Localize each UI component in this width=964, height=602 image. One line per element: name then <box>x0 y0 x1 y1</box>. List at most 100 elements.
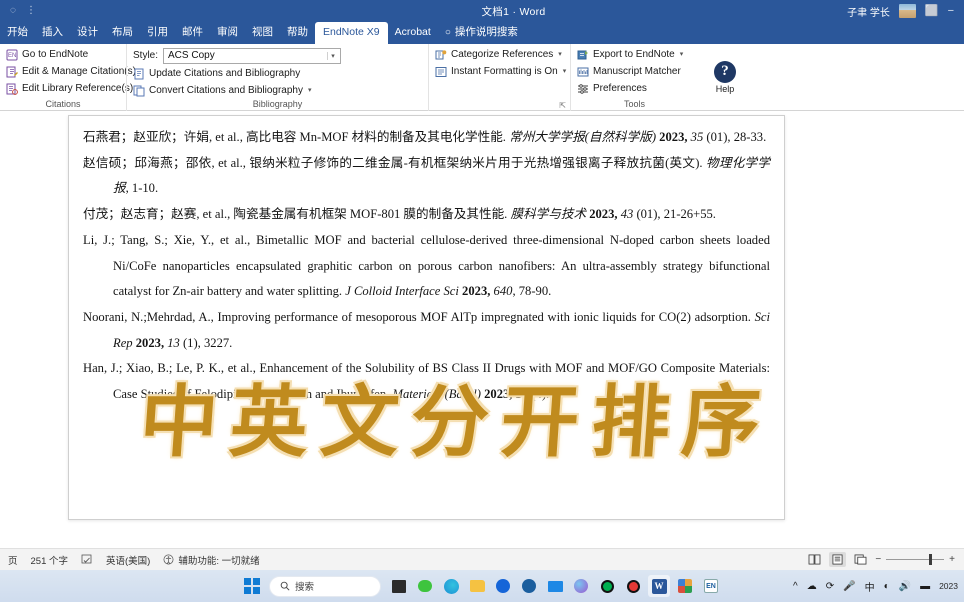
ribbon-display-options-icon[interactable]: ⬜ <box>925 5 939 17</box>
edge-icon[interactable] <box>440 575 462 597</box>
mail-icon[interactable] <box>544 575 566 597</box>
page-indicator[interactable]: 页 <box>8 553 18 567</box>
chevron-down-icon[interactable]: ▾ <box>327 51 338 60</box>
instant-formatting-button[interactable]: Instant Formatting is On ▾ <box>435 64 567 79</box>
ribbon-tab-bar: 开始 插入 设计 布局 引用 邮件 审阅 视图 帮助 EndNote X9 Acrobat ○ 操作说明… <box>0 22 964 44</box>
microsoft-store-icon[interactable] <box>518 575 540 597</box>
customize-qat-icon[interactable]: ⋮ <box>26 6 36 16</box>
style-select[interactable]: ACS Copy ▾ <box>163 47 342 64</box>
zoom-slider[interactable]: − + <box>875 554 955 565</box>
update-citations-button[interactable]: Update Citations and Bibliography <box>133 66 422 81</box>
ribbon-item-label: Go to EndNote <box>22 49 89 60</box>
edit-library-references-button[interactable]: Edit Library Reference(s) <box>6 81 133 96</box>
edge-icon-glyph <box>443 578 459 594</box>
ribbon-tab-7[interactable]: 视图 <box>245 22 280 44</box>
ribbon-group-title-empty <box>435 98 564 111</box>
windows-taskbar: 搜索 W EN ^ ☁ ⟳ 🎤 中 ◐ 🔊 ▬ 2023 <box>0 570 964 602</box>
wechat-icon-glyph <box>418 580 432 592</box>
wifi-icon[interactable]: ◐ <box>884 581 890 592</box>
ime-icon[interactable]: 中 <box>865 579 875 594</box>
endnote-icon[interactable]: EN <box>700 575 722 597</box>
record-green-icon-glyph <box>600 579 614 593</box>
ribbon-tab-4[interactable]: 引用 <box>140 22 175 44</box>
record-green-icon[interactable] <box>596 575 618 597</box>
minimize-icon[interactable]: − <box>948 5 954 17</box>
ribbon-tab-2[interactable]: 设计 <box>70 22 105 44</box>
convert-icon <box>133 85 145 97</box>
start-button[interactable] <box>242 576 262 596</box>
reference-list-page[interactable]: 石燕君；赵亚欣；许娟, et al., 高比电容 Mn-MOF 材料的制备及其电… <box>68 115 785 520</box>
ribbon-tab-1[interactable]: 插入 <box>35 22 70 44</box>
web-layout-icon[interactable] <box>852 552 869 567</box>
folder-icon[interactable] <box>466 575 488 597</box>
convert-citations-button[interactable]: Convert Citations and Bibliography ▾ <box>133 83 422 98</box>
document-workspace[interactable]: 及其电化学性能. 常州大学学报(自 doped然科学版) 2023, 35 (0… <box>0 111 964 548</box>
zoom-thumb[interactable] <box>929 554 933 565</box>
word-icon[interactable]: W <box>648 575 670 597</box>
ribbon-group-title: Citations <box>45 99 81 109</box>
file-explorer-dark-icon[interactable] <box>388 575 410 597</box>
ribbon-group-settings: Categorize References ▾ Instant Formatti… <box>428 44 570 111</box>
taskbar-search[interactable]: 搜索 <box>269 575 381 597</box>
chevron-down-icon[interactable]: ▾ <box>680 47 684 62</box>
preferences-icon <box>577 83 589 95</box>
thunder-download-icon[interactable] <box>492 575 514 597</box>
clock[interactable]: 2023 <box>939 581 958 591</box>
taskbar-apps: W EN <box>388 575 722 597</box>
help-button[interactable]: ? Help <box>708 60 742 94</box>
ribbon-tab-6[interactable]: 审阅 <box>210 22 245 44</box>
ribbon-item-label: Preferences <box>593 83 647 94</box>
accessibility-status[interactable]: 辅助功能: 一切就绪 <box>163 553 260 567</box>
file-explorer-dark-icon-glyph <box>392 579 406 593</box>
chevron-down-icon[interactable]: ▾ <box>563 64 567 79</box>
sync-icon[interactable]: ⟳ <box>826 581 834 592</box>
ribbon-tab-5[interactable]: 邮件 <box>175 22 210 44</box>
tell-me-search[interactable]: ○ 操作说明搜索 <box>438 22 525 44</box>
quick-access-toolbar: ◌ ⋮ <box>0 6 180 16</box>
office-icon[interactable] <box>674 575 696 597</box>
export-to-endnote-button[interactable]: Export to EndNote ▾ <box>577 47 692 62</box>
ribbon-tab-0[interactable]: 开始 <box>0 22 35 44</box>
chevron-down-icon[interactable]: ▾ <box>308 83 312 98</box>
edit-manage-citations-button[interactable]: Edit & Manage Citation(s) <box>6 64 136 79</box>
zoom-track[interactable] <box>886 554 945 565</box>
print-layout-icon[interactable] <box>829 552 847 567</box>
account-name[interactable]: 子聿 学长 <box>847 4 890 19</box>
language-indicator[interactable]: 英语(美国) <box>106 553 150 567</box>
read-mode-icon[interactable] <box>806 552 823 567</box>
volume-icon[interactable]: 🔊 <box>899 581 911 592</box>
word-count[interactable]: 251 个字 <box>31 553 69 567</box>
ribbon-tab-10[interactable]: Acrobat <box>388 22 438 44</box>
record-red-icon[interactable] <box>622 575 644 597</box>
wechat-icon[interactable] <box>414 575 436 597</box>
proofing-icon[interactable] <box>81 554 93 565</box>
dialog-launcher-icon[interactable]: ⇱ <box>559 101 566 110</box>
ribbon-tab-9[interactable]: EndNote X9 <box>315 22 388 44</box>
battery-icon[interactable]: ▬ <box>920 581 930 592</box>
zoom-in-button[interactable]: + <box>949 554 955 565</box>
ribbon-item-label: Instant Formatting is On <box>451 66 558 77</box>
ribbon-item-label: Edit & Manage Citation(s) <box>22 66 136 77</box>
show-hidden-icons[interactable]: ^ <box>793 581 798 592</box>
go-to-endnote-button[interactable]: EN Go to EndNote <box>6 47 120 62</box>
ribbon-tab-8[interactable]: 帮助 <box>280 22 315 44</box>
avatar[interactable] <box>898 4 916 18</box>
categorize-references-button[interactable]: Categorize References ▾ <box>435 47 564 62</box>
microphone-icon[interactable]: 🎤 <box>843 581 855 592</box>
autosave-toggle-icon[interactable]: ◌ <box>10 6 16 16</box>
title-bar: ◌ ⋮ 文档1 · Word 子聿 学长 ⬜ − <box>0 0 964 22</box>
endnote-icon: EN <box>6 49 18 61</box>
ribbon-item-label: Export to EndNote <box>593 49 675 60</box>
copilot-icon[interactable] <box>570 575 592 597</box>
manuscript-matcher-button[interactable]: Manuscript Matcher <box>577 64 692 79</box>
chevron-down-icon[interactable]: ▾ <box>558 47 562 62</box>
style-row: Style: ACS Copy ▾ <box>133 47 422 64</box>
zoom-out-button[interactable]: − <box>875 554 881 565</box>
ribbon-tab-3[interactable]: 布局 <box>105 22 140 44</box>
categorize-icon <box>435 49 447 61</box>
endnote-icon-glyph: EN <box>704 579 718 593</box>
preferences-button[interactable]: Preferences <box>577 81 692 96</box>
reference-entry: 付茂；赵志育；赵赛, et al., 陶瓷基金属有机框架 MOF-801 膜的制… <box>83 207 716 222</box>
onedrive-icon[interactable]: ☁ <box>807 581 817 592</box>
bibliography-list: 石燕君；赵亚欣；许娟, et al., 高比电容 Mn-MOF 材料的制备及其电… <box>83 125 770 408</box>
